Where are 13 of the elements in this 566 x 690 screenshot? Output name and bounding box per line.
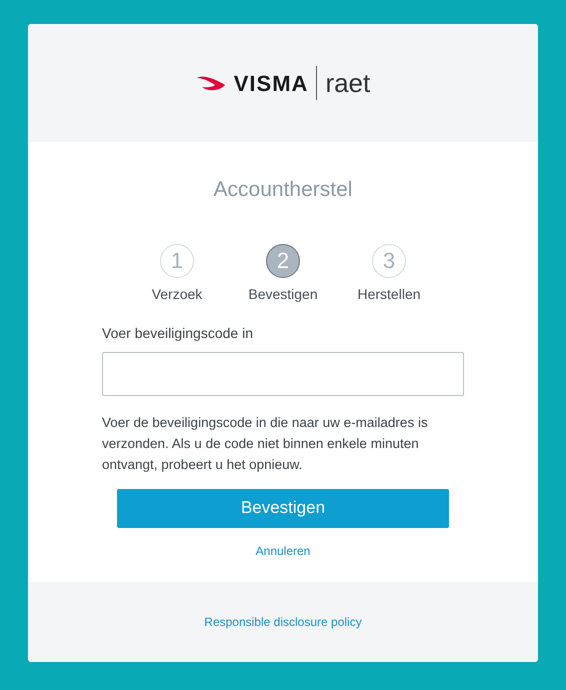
cancel-link[interactable]: Annuleren	[256, 542, 310, 560]
logo-icon	[196, 75, 226, 91]
disclosure-link[interactable]: Responsible disclosure policy	[204, 613, 362, 631]
step-label: Herstellen	[357, 284, 421, 304]
logo-brand: VISMA	[234, 70, 308, 98]
security-code-field[interactable]	[102, 352, 464, 396]
page-title: Accountherstel	[214, 177, 352, 203]
logo-product: raet	[325, 70, 370, 96]
confirm-button[interactable]: Bevestigen	[117, 488, 449, 528]
field-label: Voer beveiligingscode in	[102, 324, 254, 343]
help-text: Voer de beveiligingscode in die naar uw e-mailadres is verzonden. Als u de code niet binnen enkele minuten ontvangt, probeert u het opnieuw.	[102, 414, 429, 474]
step-label: Bevestigen	[248, 284, 318, 304]
step-label: Verzoek	[152, 284, 202, 304]
